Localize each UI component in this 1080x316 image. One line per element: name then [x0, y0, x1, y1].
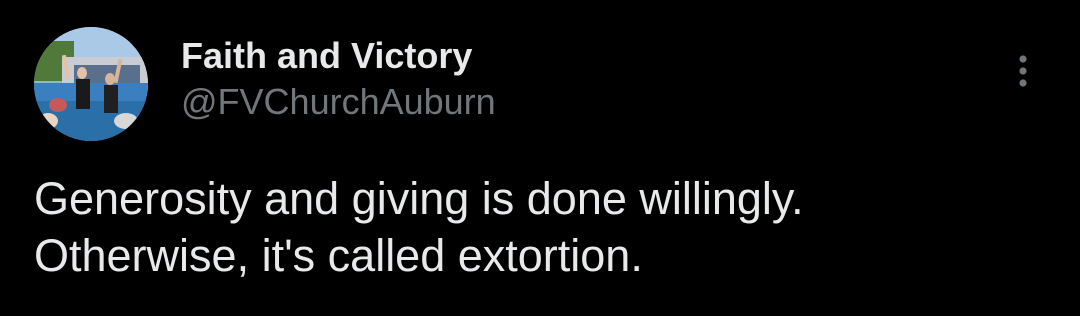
- tweet-card: Faith and Victory @FVChurchAuburn Genero…: [0, 0, 1080, 316]
- avatar-photo-icon: [34, 27, 148, 141]
- author-handle[interactable]: @FVChurchAuburn: [181, 80, 496, 124]
- vertical-ellipsis-icon: [1019, 55, 1027, 87]
- tweet-body-text: Generosity and giving is done willingly.…: [34, 170, 1054, 284]
- tweet-text-line: Generosity and giving is done willingly.: [34, 173, 804, 224]
- more-options-button[interactable]: [1000, 48, 1046, 94]
- tweet-header: Faith and Victory @FVChurchAuburn: [181, 34, 496, 124]
- tweet-text-line: Otherwise, it's called extortion.: [34, 230, 643, 281]
- author-avatar[interactable]: [34, 27, 148, 141]
- author-display-name[interactable]: Faith and Victory: [181, 34, 496, 78]
